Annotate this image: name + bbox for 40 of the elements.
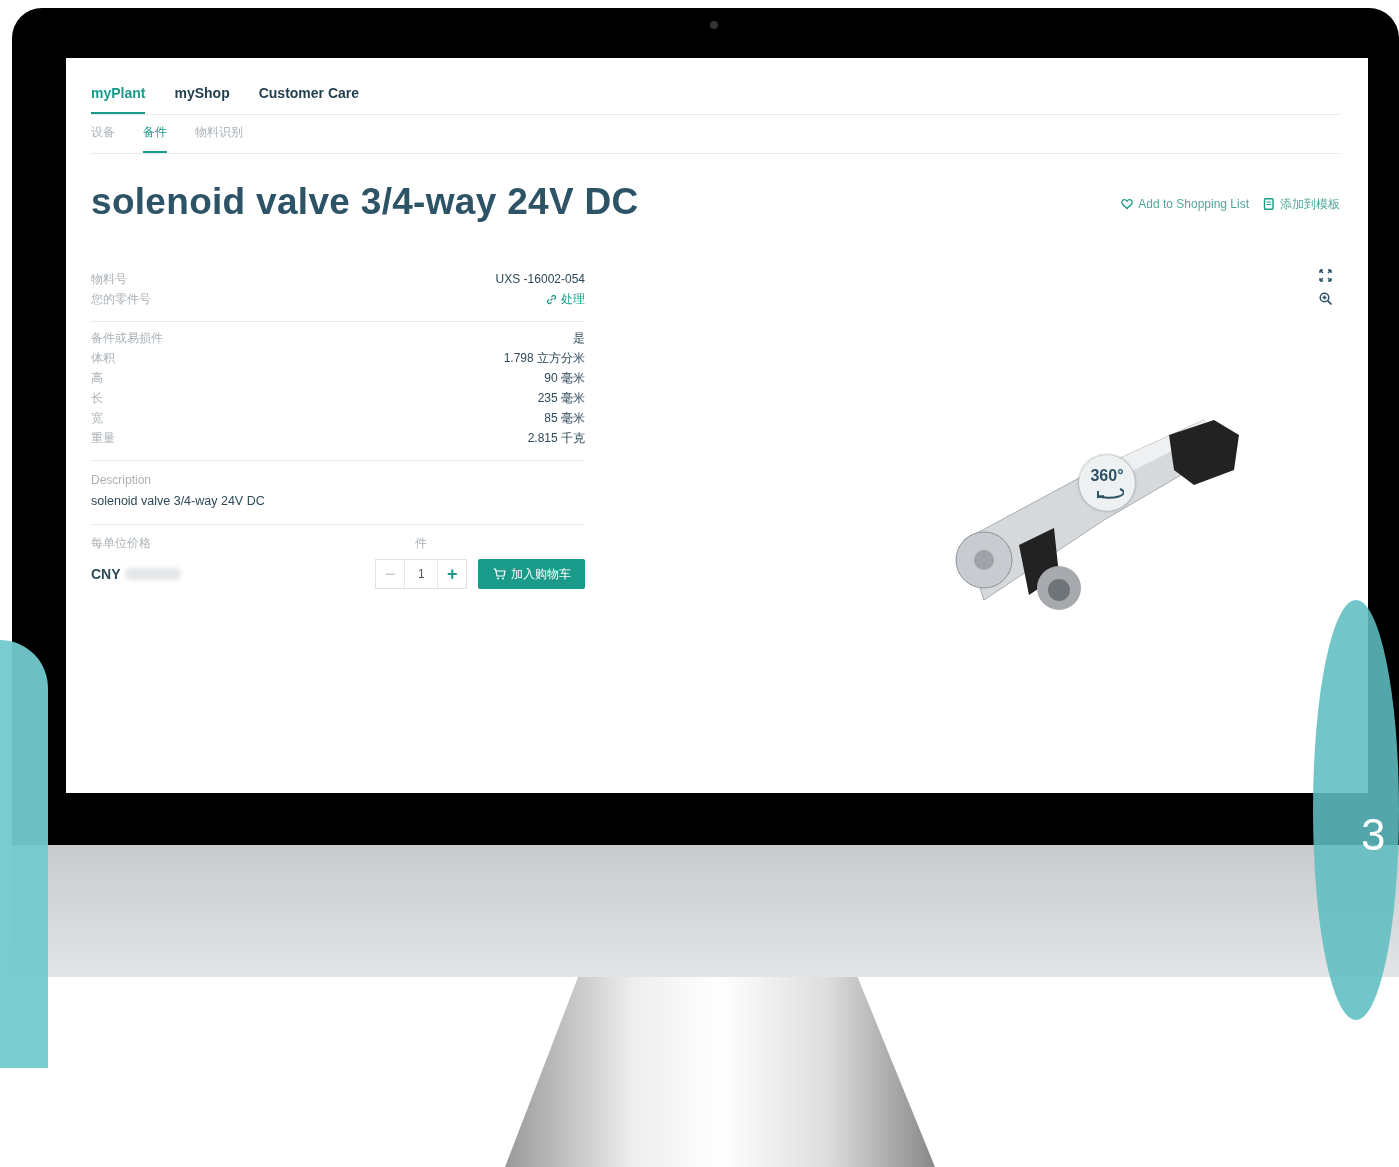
camera-dot: [710, 21, 718, 29]
decoration-text: 3: [1361, 810, 1386, 860]
sub-tab[interactable]: 设备: [91, 124, 115, 153]
field-label: 备件或易损件: [91, 329, 163, 347]
field-label: 物料号: [91, 270, 127, 288]
document-icon: [1263, 198, 1275, 210]
field-value: UXS -16002-054: [495, 272, 585, 286]
nav-tab[interactable]: myPlant: [91, 85, 146, 114]
sub-tab[interactable]: 备件: [143, 124, 167, 153]
field-label: 重量: [91, 429, 115, 447]
zoom-in-icon[interactable]: [1319, 292, 1332, 305]
field-value: 90 毫米: [544, 369, 585, 387]
field-value: 是: [573, 329, 585, 347]
field-value: 235 毫米: [537, 389, 585, 407]
field-label: 体积: [91, 349, 115, 367]
cart-icon: [492, 568, 506, 580]
field-label: 宽: [91, 409, 103, 427]
field-value: 2.815 千克: [527, 429, 585, 447]
description-label: Description: [91, 473, 153, 487]
description-text: solenoid valve 3/4-way 24V DC: [91, 494, 266, 508]
fullscreen-icon[interactable]: [1319, 269, 1332, 282]
action-link[interactable]: 添加到模板: [1263, 195, 1340, 213]
add-to-cart-button[interactable]: 加入购物车: [478, 559, 585, 589]
field-label: 长: [91, 389, 103, 407]
nav-tab[interactable]: myShop: [174, 85, 230, 114]
field-label: 高: [91, 369, 103, 387]
quantity-label: 件: [415, 535, 427, 552]
field-value: 85 毫米: [544, 409, 585, 427]
price-label: 每单位价格: [91, 535, 152, 552]
heart-icon: [1121, 198, 1134, 210]
action-link[interactable]: Add to Shopping List: [1121, 195, 1249, 213]
nav-tab[interactable]: Customer Care: [258, 85, 360, 114]
link-icon: [546, 293, 557, 305]
currency: CNY: [91, 566, 121, 582]
sub-tab[interactable]: 物料识别: [195, 124, 243, 153]
blurred-price: [124, 568, 181, 580]
field-label: 您的零件号: [91, 290, 151, 308]
product-title: solenoid valve 3/4-way 24V DC: [91, 181, 639, 223]
process-link[interactable]: 处理: [546, 290, 585, 308]
field-value: 1.798 立方分米: [503, 349, 585, 367]
